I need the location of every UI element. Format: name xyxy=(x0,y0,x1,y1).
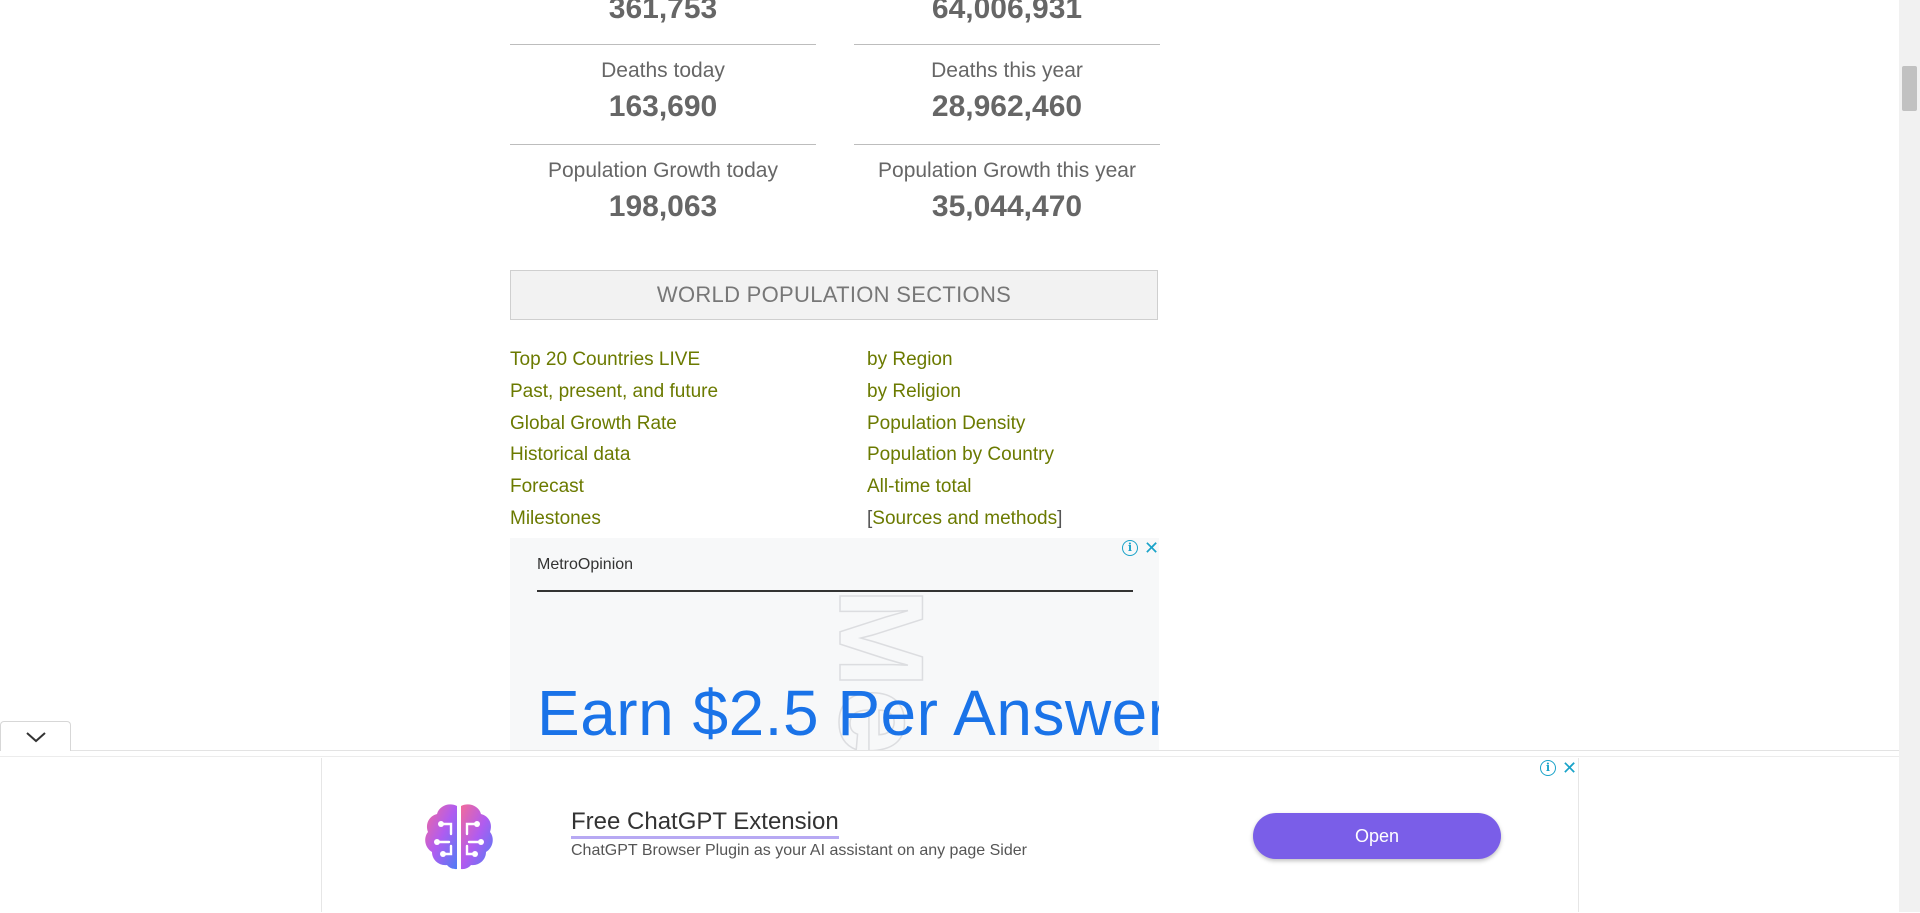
ad-rule xyxy=(537,590,1133,592)
stat-value: 35,044,470 xyxy=(931,190,1083,223)
link-all-time-total[interactable]: All-time total xyxy=(867,475,972,499)
anchor-ad-description: ChatGPT Browser Plugin as your AI assist… xyxy=(571,842,1027,859)
stat-label: Population Growth this year xyxy=(878,159,1136,182)
scrollbar-thumb[interactable] xyxy=(1902,66,1917,111)
sections-heading: WORLD POPULATION SECTIONS xyxy=(510,270,1158,320)
ad-info-icon[interactable]: i xyxy=(1540,760,1556,776)
stat-value: 64,006,931 xyxy=(931,0,1083,25)
link-by-religion[interactable]: by Religion xyxy=(867,380,961,404)
link-milestones[interactable]: Milestones xyxy=(510,507,601,531)
anchor-ad-controls: i ✕ xyxy=(1540,759,1577,777)
ad-info-icon[interactable]: i xyxy=(1122,540,1138,556)
stat-births-this-year: 64,006,931 xyxy=(854,0,1160,28)
link-past-present-future[interactable]: Past, present, and future xyxy=(510,380,718,404)
chevron-down-icon xyxy=(26,732,46,743)
link-global-growth-rate[interactable]: Global Growth Rate xyxy=(510,412,677,436)
open-button[interactable]: Open xyxy=(1253,813,1501,859)
divider xyxy=(854,44,1160,45)
sources-line: [Sources and methods] xyxy=(867,507,1062,531)
divider xyxy=(854,144,1160,145)
divider xyxy=(510,44,816,45)
link-top-20-countries[interactable]: Top 20 Countries LIVE xyxy=(510,348,700,372)
anchor-ad[interactable]: Free ChatGPT Extension ChatGPT Browser P… xyxy=(321,758,1579,912)
link-sources-and-methods[interactable]: Sources and methods xyxy=(872,508,1057,529)
link-forecast[interactable]: Forecast xyxy=(510,475,584,499)
anchor-ad-divider xyxy=(0,756,1899,757)
stat-population-growth-today: Population Growth today 198,063 xyxy=(510,158,816,226)
link-historical-data[interactable]: Historical data xyxy=(510,443,630,467)
stat-population-growth-this-year: Population Growth this year 35,044,470 xyxy=(854,158,1160,226)
anchor-ad-collapse-button[interactable] xyxy=(0,721,71,751)
stat-value: 361,753 xyxy=(608,0,718,25)
anchor-ad-title[interactable]: Free ChatGPT Extension xyxy=(571,808,839,839)
divider xyxy=(510,144,816,145)
stat-deaths-this-year: Deaths this year 28,962,460 xyxy=(854,58,1160,126)
brain-icon xyxy=(425,804,493,870)
stat-value: 198,063 xyxy=(608,190,718,223)
stat-births-today: 361,753 xyxy=(510,0,816,28)
ad-headline[interactable]: Earn $2.5 Per Answer xyxy=(537,676,1159,750)
ad-brand: MetroOpinion xyxy=(537,556,634,573)
stat-label: Deaths this year xyxy=(931,59,1083,82)
inline-ad-controls: i ✕ xyxy=(1122,539,1159,557)
inline-ad[interactable]: Metro MetroOpinion Earn $2.5 Per Answer xyxy=(510,538,1159,750)
bracket-close: ] xyxy=(1057,508,1063,529)
stat-value: 28,962,460 xyxy=(931,90,1083,123)
ad-close-icon[interactable]: ✕ xyxy=(1562,759,1577,777)
link-population-density[interactable]: Population Density xyxy=(867,412,1025,436)
stat-deaths-today: Deaths today 163,690 xyxy=(510,58,816,126)
link-population-by-country[interactable]: Population by Country xyxy=(867,443,1054,467)
ad-close-icon[interactable]: ✕ xyxy=(1144,539,1159,557)
stat-value: 163,690 xyxy=(608,90,718,123)
vertical-scrollbar[interactable] xyxy=(1899,0,1920,912)
stat-label: Deaths today xyxy=(601,59,725,82)
link-by-region[interactable]: by Region xyxy=(867,348,953,372)
stat-label: Population Growth today xyxy=(548,159,778,182)
